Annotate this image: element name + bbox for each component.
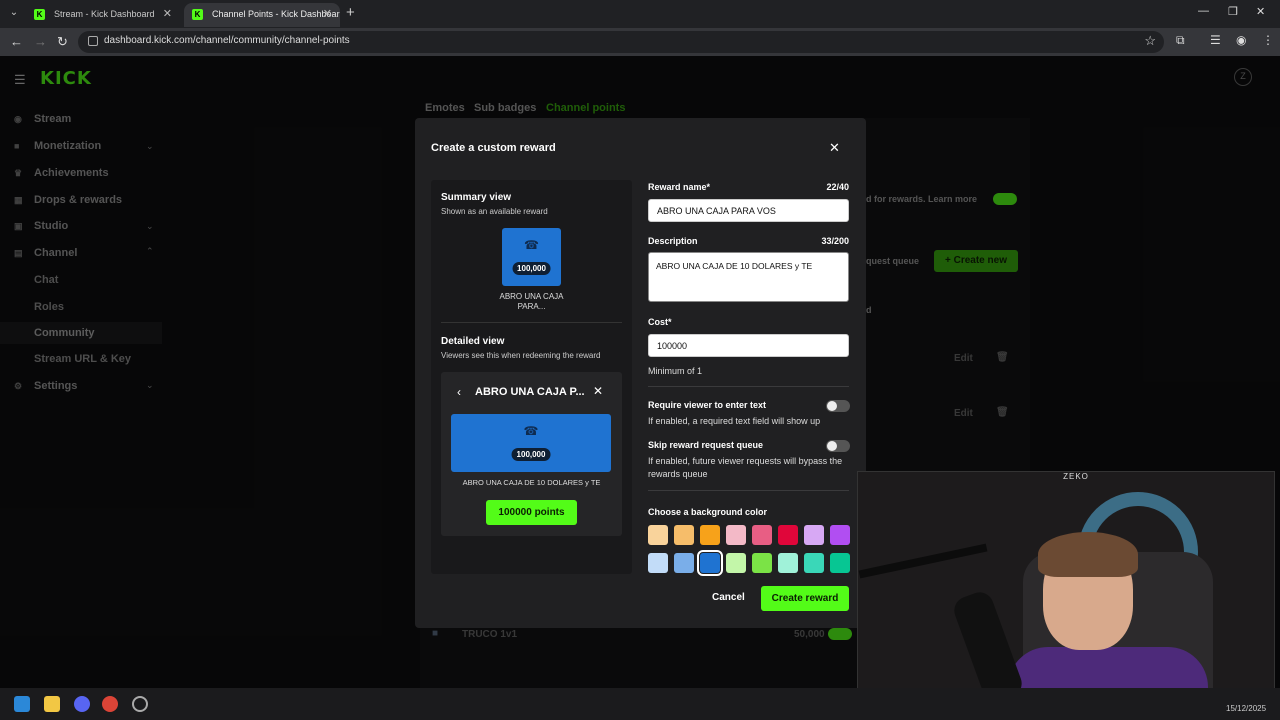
bookmark-star-icon[interactable]: ☆ [1144, 33, 1156, 49]
description-label: Description [648, 236, 698, 246]
color-swatch[interactable] [778, 525, 798, 545]
color-swatch[interactable] [752, 553, 772, 573]
browser-tab-stream[interactable]: K Stream - Kick Dashboard ✕ [26, 3, 180, 27]
color-swatch[interactable] [778, 553, 798, 573]
color-swatch[interactable] [830, 525, 850, 545]
color-swatch[interactable] [726, 525, 746, 545]
back-icon[interactable]: ← [10, 34, 23, 49]
close-tab-icon[interactable]: ✕ [323, 3, 332, 25]
create-reward-button[interactable]: Create reward [761, 586, 849, 611]
close-tab-icon[interactable]: ✕ [163, 3, 172, 25]
streamer-hair [1038, 532, 1138, 577]
detailed-reward-card: ‹ ABRO UNA CAJA P... ✕ ☎ 100,000 ABRO UN… [441, 372, 622, 536]
browser-tab-strip: ⌄ K Stream - Kick Dashboard ✕ K Channel … [0, 0, 1280, 28]
tile-cost: 100,000 [512, 262, 551, 275]
mic-arm [858, 543, 988, 579]
color-swatch[interactable] [804, 553, 824, 573]
tab-title: Stream - Kick Dashboard [54, 9, 155, 19]
divider [648, 490, 849, 491]
address-bar-row: ← → ↻ dashboard.kick.com/channel/communi… [0, 28, 1280, 56]
modal-title: Create a custom reward [431, 142, 556, 154]
redeem-points-button: 100000 points [486, 500, 577, 525]
discord-icon[interactable] [74, 696, 90, 712]
reward-name-label: Reward name* [648, 182, 711, 192]
color-swatch[interactable] [674, 525, 694, 545]
summary-reward-tile: ☎ 100,000 [502, 228, 561, 286]
color-swatch[interactable] [648, 553, 668, 573]
close-icon: ✕ [593, 384, 604, 398]
color-swatch[interactable] [697, 550, 723, 576]
description-textarea[interactable]: ABRO UNA CAJA DE 10 DOLARES y TE [648, 252, 849, 302]
require-text-label: Require viewer to enter text [648, 400, 767, 410]
color-swatch[interactable] [752, 525, 772, 545]
color-swatch[interactable] [830, 553, 850, 573]
url-text: dashboard.kick.com/channel/community/cha… [104, 35, 350, 46]
description-counter: 33/200 [821, 236, 849, 246]
close-window-icon[interactable]: ✕ [1256, 5, 1265, 18]
summary-heading: Summary view [441, 192, 512, 203]
cost-label: Cost* [648, 317, 672, 327]
webcam-overlay: ZEKO [857, 471, 1275, 707]
detail-description: ABRO UNA CAJA DE 10 DOLARES y TE [462, 478, 601, 487]
cancel-button[interactable]: Cancel [712, 592, 745, 603]
cost-input[interactable]: 100000 [648, 334, 849, 357]
kick-favicon-icon: K [34, 9, 45, 20]
obs-icon[interactable] [132, 696, 148, 712]
color-label: Choose a background color [648, 507, 768, 517]
screen: ⌄ K Stream - Kick Dashboard ✕ K Channel … [0, 0, 1280, 720]
omnibox[interactable]: dashboard.kick.com/channel/community/cha… [78, 31, 1164, 53]
reading-list-icon[interactable]: ☰ [1210, 33, 1221, 47]
menu-dots-icon[interactable]: ⋮ [1262, 33, 1274, 47]
site-info-icon[interactable] [88, 36, 98, 46]
detail-banner: ☎ 100,000 [451, 414, 611, 472]
skip-queue-label: Skip reward request queue [648, 440, 764, 450]
reward-name-input[interactable]: ABRO UNA CAJA PARA VOS [648, 199, 849, 222]
color-swatch[interactable] [648, 525, 668, 545]
divider [441, 322, 622, 323]
banner-cost: 100,000 [511, 448, 551, 461]
restore-icon[interactable]: ❐ [1228, 5, 1238, 18]
extensions-icon[interactable]: ⧉ [1176, 33, 1185, 48]
tab-title: Channel Points - Kick Dashboar [212, 9, 340, 19]
minimize-icon[interactable]: — [1198, 5, 1209, 17]
divider [648, 386, 849, 387]
gift-icon: ☎ [524, 238, 539, 252]
create-reward-modal: Create a custom reward ✕ Summary view Sh… [415, 118, 866, 628]
require-text-toggle[interactable] [826, 400, 850, 412]
browser-tab-channel-points[interactable]: K Channel Points - Kick Dashboar ✕ [184, 3, 340, 27]
profile-avatar-icon[interactable]: ◉ [1236, 33, 1246, 47]
cost-hint: Minimum of 1 [648, 366, 703, 376]
summary-subheading: Shown as an available reward [441, 207, 548, 216]
detail-title: ABRO UNA CAJA P... [475, 386, 585, 398]
new-tab-icon[interactable]: + [346, 4, 355, 21]
taskbar-date: 15/12/2025 [1226, 704, 1267, 713]
tab-search-icon[interactable]: ⌄ [6, 5, 22, 21]
close-icon[interactable]: ✕ [829, 140, 840, 156]
color-swatch[interactable] [804, 525, 824, 545]
detailed-subheading: Viewers see this when redeeming the rewa… [441, 351, 601, 360]
color-swatch[interactable] [726, 553, 746, 573]
require-text-hint: If enabled, a required text field will s… [648, 416, 821, 426]
skip-queue-toggle[interactable] [826, 440, 850, 452]
webcam-frame-text: ZEKO [1063, 472, 1089, 481]
forward-icon[interactable]: → [34, 34, 47, 49]
tile-name: ABRO UNA CAJA PARA... [499, 292, 564, 311]
chevron-left-icon: ‹ [457, 385, 461, 399]
reload-icon[interactable]: ↻ [57, 34, 68, 50]
gift-icon: ☎ [523, 424, 539, 438]
chrome-icon[interactable] [102, 696, 118, 712]
color-swatch[interactable] [674, 553, 694, 573]
file-explorer-icon[interactable] [44, 696, 60, 712]
reward-preview: Summary view Shown as an available rewar… [431, 180, 632, 574]
reward-name-counter: 22/40 [826, 182, 849, 192]
kick-favicon-icon: K [192, 9, 203, 20]
color-swatch[interactable] [700, 525, 720, 545]
skip-queue-hint: If enabled, future viewer requests will … [648, 456, 843, 479]
windows-taskbar: 15/12/2025 [0, 688, 1280, 720]
windows-start-icon[interactable] [14, 696, 30, 712]
detailed-heading: Detailed view [441, 336, 505, 347]
